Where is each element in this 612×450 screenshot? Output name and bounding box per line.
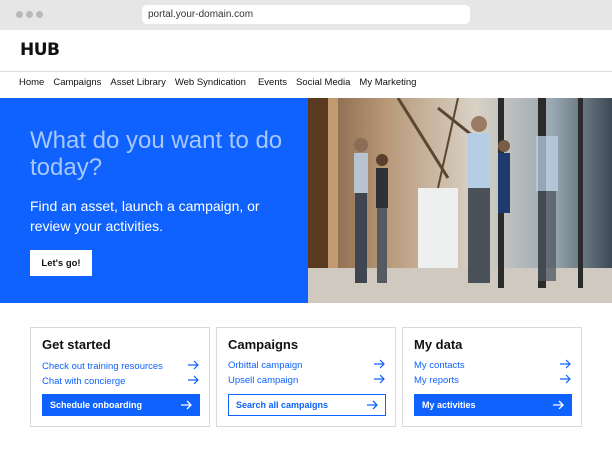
arrow-right-icon <box>374 374 386 384</box>
arrow-right-icon <box>560 374 572 384</box>
training-resources-link[interactable]: Check out training resources <box>42 360 202 375</box>
my-data-card: My data My contacts My reports My activi… <box>402 327 582 427</box>
button-label: Schedule onboarding <box>50 400 143 410</box>
card-title: Get started <box>42 337 111 352</box>
window-dot-icon[interactable] <box>26 11 33 18</box>
address-bar[interactable]: portal.your-domain.com <box>142 5 470 24</box>
my-contacts-link[interactable]: My contacts <box>414 359 574 374</box>
link-label: My reports <box>414 375 459 386</box>
campaigns-card: Campaigns Orbittal campaign Upsell campa… <box>216 327 396 427</box>
hero-banner: What do you want to do today? Find an as… <box>0 98 308 303</box>
nav-item-my-marketing[interactable]: My Marketing <box>359 77 416 88</box>
orbittal-campaign-link[interactable]: Orbittal campaign <box>228 359 388 374</box>
arrow-right-icon <box>367 400 379 410</box>
schedule-onboarding-button[interactable]: Schedule onboarding <box>42 394 200 416</box>
main-nav: Home Campaigns Asset Library Web Syndica… <box>19 77 425 88</box>
arrow-right-icon <box>188 375 200 385</box>
lets-go-button[interactable]: Let's go! <box>30 250 92 276</box>
header-divider <box>0 71 612 72</box>
arrow-right-icon <box>374 359 386 369</box>
button-label: My activities <box>422 400 476 410</box>
link-label: Upsell campaign <box>228 375 299 386</box>
my-activities-button[interactable]: My activities <box>414 394 572 416</box>
arrow-right-icon <box>560 359 572 369</box>
card-title: My data <box>414 337 463 352</box>
hero-headline: What do you want to do today? <box>30 127 283 181</box>
hero-subtext: Find an asset, launch a campaign, or rev… <box>30 198 260 234</box>
arrow-right-icon <box>188 360 200 370</box>
window-dot-icon[interactable] <box>16 11 23 18</box>
browser-toolbar: portal.your-domain.com <box>0 0 612 30</box>
nav-item-campaigns[interactable]: Campaigns <box>53 77 101 88</box>
arrow-right-icon <box>553 400 565 410</box>
card-title: Campaigns <box>228 337 299 352</box>
button-label: Search all campaigns <box>236 400 329 410</box>
get-started-card: Get started Check out training resources… <box>30 327 210 427</box>
nav-item-asset-library[interactable]: Asset Library <box>110 77 165 88</box>
window-dot-icon[interactable] <box>36 11 43 18</box>
link-label: Orbittal campaign <box>228 360 303 371</box>
arrow-right-icon <box>181 400 193 410</box>
nav-item-home[interactable]: Home <box>19 77 44 88</box>
link-label: My contacts <box>414 360 465 371</box>
nav-item-social-media[interactable]: Social Media <box>296 77 350 88</box>
my-reports-link[interactable]: My reports <box>414 374 574 389</box>
link-label: Chat with concierge <box>42 376 126 387</box>
chat-concierge-link[interactable]: Chat with concierge <box>42 375 202 390</box>
hub-logo[interactable]: HUB <box>20 40 60 60</box>
search-all-campaigns-button[interactable]: Search all campaigns <box>228 394 386 416</box>
link-label: Check out training resources <box>42 361 163 372</box>
upsell-campaign-link[interactable]: Upsell campaign <box>228 374 388 389</box>
hero-office-photo <box>308 98 612 303</box>
nav-item-events[interactable]: Events <box>258 77 287 88</box>
nav-item-web-syndication[interactable]: Web Syndication <box>175 77 246 88</box>
